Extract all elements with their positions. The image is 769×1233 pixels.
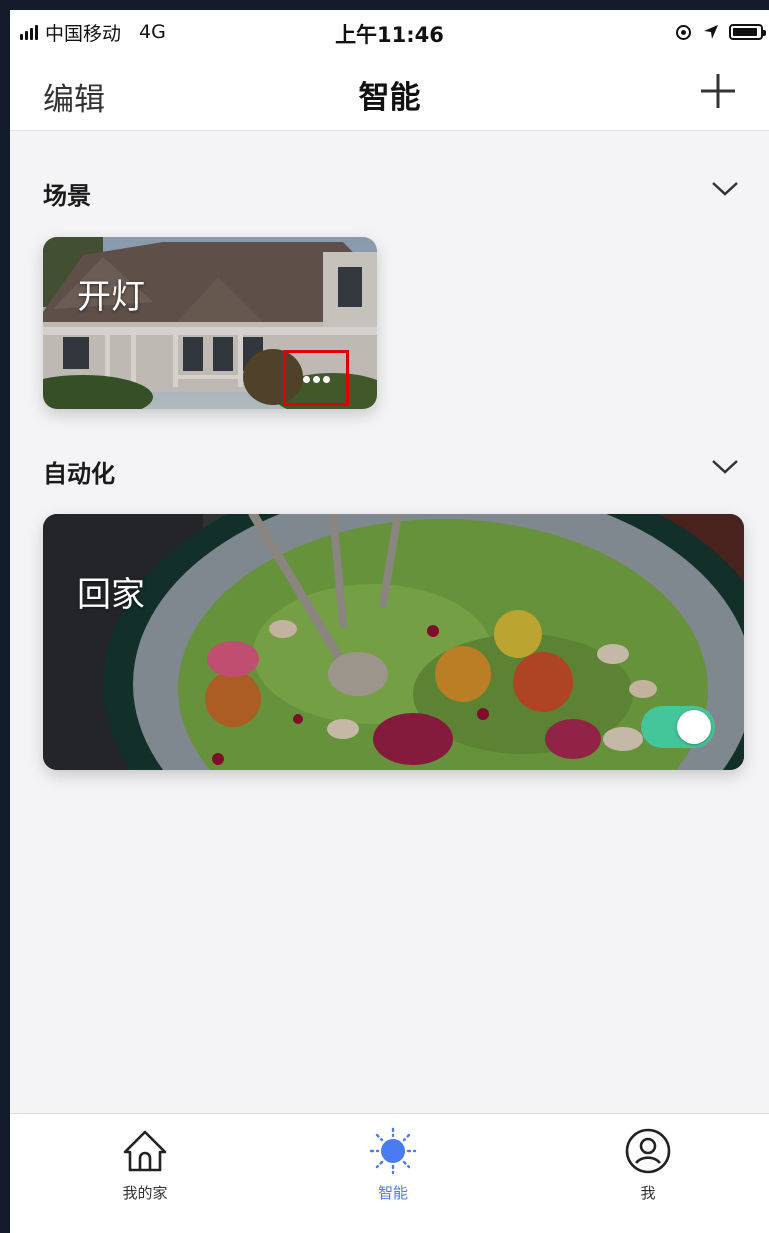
automation-card-go-home[interactable]: 回家	[43, 514, 744, 770]
automation-card-title: 回家	[77, 575, 145, 615]
automation-section-title: 自动化	[43, 460, 115, 488]
phone-screen: 中国移动 4G 上午11:46 编辑 智能 场景 开灯 自动化 回家 我的家 智…	[10, 10, 769, 1233]
tab-label: 我	[640, 1184, 656, 1202]
tab-label: 我的家	[122, 1184, 168, 1202]
location-icon	[704, 25, 718, 39]
rotation-lock-icon	[676, 24, 691, 40]
status-bar-right	[676, 21, 766, 43]
chevron-down-icon[interactable]	[711, 458, 739, 476]
toggle-knob	[677, 710, 711, 744]
status-bar: 中国移动 4G 上午11:46	[10, 10, 769, 54]
chevron-down-icon[interactable]	[711, 180, 739, 198]
salad-bowl-photo	[43, 514, 744, 770]
scene-card-lights-on[interactable]: 开灯	[43, 237, 377, 409]
tab-label: 智能	[377, 1184, 408, 1202]
sun-icon	[369, 1127, 417, 1175]
home-icon	[123, 1130, 167, 1172]
automation-enable-toggle[interactable]	[641, 706, 715, 748]
tab-smart[interactable]: 智能	[313, 1114, 473, 1233]
plus-icon[interactable]	[699, 72, 737, 110]
more-dots-icon[interactable]	[283, 350, 349, 406]
scenes-section-header[interactable]: 场景	[43, 172, 739, 212]
scene-card-title: 开灯	[77, 277, 145, 317]
scenes-section-title: 场景	[43, 182, 91, 210]
tab-my-home[interactable]: 我的家	[65, 1114, 225, 1233]
tab-me[interactable]: 我	[568, 1114, 728, 1233]
automation-section-header[interactable]: 自动化	[43, 450, 739, 490]
status-time: 上午11:46	[335, 23, 444, 47]
user-icon	[625, 1128, 671, 1174]
page-title: 智能	[358, 80, 421, 116]
battery-icon	[729, 24, 766, 40]
nav-bar: 编辑 智能	[10, 54, 769, 131]
tab-bar: 我的家 智能 我	[10, 1113, 769, 1233]
